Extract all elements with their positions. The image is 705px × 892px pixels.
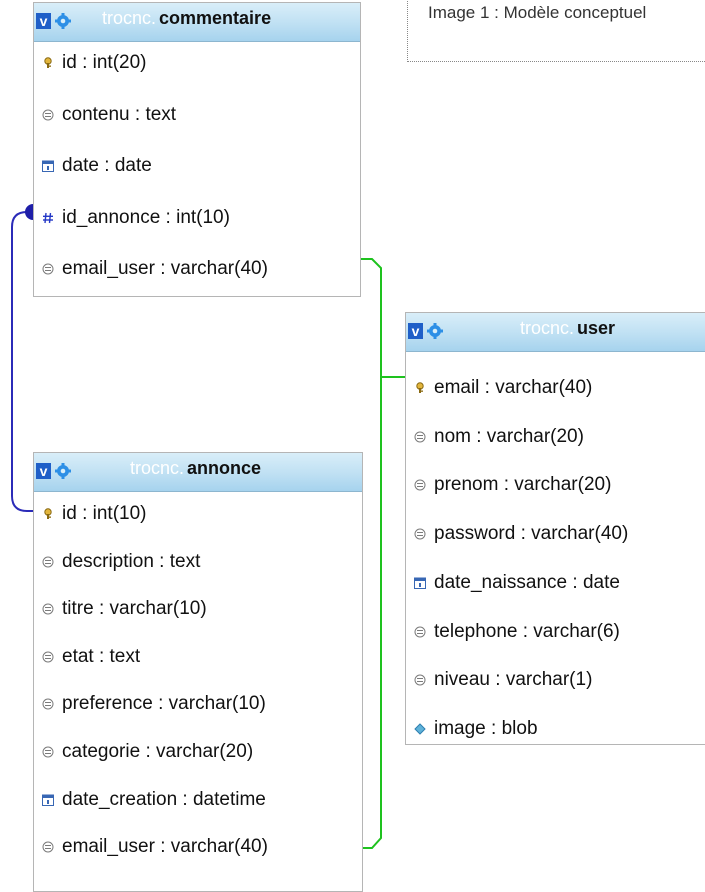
- column-row[interactable]: etat : text: [34, 643, 140, 671]
- column-label: telephone : varchar(6): [434, 620, 620, 642]
- table-name: user: [577, 318, 616, 338]
- gear-icon[interactable]: [55, 13, 71, 29]
- column-row[interactable]: image : blob: [406, 715, 538, 743]
- schema-name: trocnc.: [102, 8, 157, 28]
- column-label: etat : text: [62, 645, 141, 667]
- column-icon: [42, 596, 54, 615]
- column-label: id_annonce : int(10): [62, 206, 230, 228]
- column-label: description : text: [62, 550, 201, 572]
- column-row[interactable]: contenu : text: [34, 101, 176, 129]
- column-row[interactable]: titre : varchar(10): [34, 595, 207, 623]
- column-row[interactable]: preference : varchar(10): [34, 690, 266, 718]
- relation-commentaire-end: [25, 204, 33, 220]
- column-icon: [42, 644, 54, 663]
- column-label: email_user : varchar(40): [62, 836, 268, 858]
- column-label: password : varchar(40): [434, 523, 629, 545]
- column-row[interactable]: date_naissance : date: [406, 569, 620, 597]
- column-icon: [42, 834, 54, 853]
- table-user[interactable]: v trocnc. user email : varchar(40) nom : v…: [405, 312, 705, 745]
- column-icon: [42, 691, 54, 710]
- column-row[interactable]: password : varchar(40): [406, 520, 628, 548]
- column-label: date : date: [62, 155, 152, 176]
- gear-icon[interactable]: [427, 323, 443, 339]
- column-label: email : varchar(40): [434, 377, 593, 398]
- key-icon: [42, 50, 54, 68]
- column-row[interactable]: description : text: [34, 548, 200, 576]
- column-label: categorie : varchar(20): [62, 741, 254, 762]
- table-annonce[interactable]: v trocnc. annonce id : int(10) description…: [33, 452, 363, 892]
- collapse-toggle-button[interactable]: v: [36, 13, 51, 29]
- column-row[interactable]: prenom : varchar(20): [406, 471, 611, 499]
- column-row[interactable]: nom : varchar(20): [406, 423, 584, 451]
- column-row[interactable]: email_user : varchar(40): [34, 255, 268, 283]
- table-title: trocnc. user: [520, 318, 615, 339]
- table-name: commentaire: [159, 8, 272, 28]
- number-icon: [42, 205, 54, 223]
- gear-icon[interactable]: [55, 463, 71, 479]
- column-label: niveau : varchar(1): [434, 669, 593, 691]
- column-row[interactable]: id : int(20): [34, 49, 146, 77]
- column-label: date_creation : datetime: [62, 788, 266, 810]
- column-row[interactable]: email_user : varchar(40): [34, 833, 268, 861]
- column-row[interactable]: niveau : varchar(1): [406, 666, 592, 694]
- key-icon: [414, 375, 426, 393]
- date-icon: [42, 153, 54, 172]
- column-row[interactable]: date_creation : datetime: [34, 786, 266, 814]
- relation-commentaire-user: [357, 258, 405, 378]
- column-label: titre : varchar(10): [62, 598, 207, 620]
- column-row[interactable]: date : date: [34, 152, 152, 180]
- column-row[interactable]: id : int(10): [34, 500, 146, 528]
- column-icon: [42, 739, 54, 758]
- column-label: id : int(10): [62, 503, 147, 524]
- table-commentaire[interactable]: v trocnc. commentaire id : int(20) contenu…: [33, 2, 361, 297]
- collapse-toggle-button[interactable]: v: [36, 463, 51, 479]
- table-header[interactable]: v trocnc. commentaire: [34, 3, 360, 42]
- table-title: trocnc. annonce: [130, 458, 261, 479]
- column-icon: [42, 549, 54, 568]
- column-icon: [414, 424, 426, 443]
- column-icon: [42, 102, 54, 120]
- table-header[interactable]: v trocnc. annonce: [34, 453, 362, 492]
- column-row[interactable]: categorie : varchar(20): [34, 738, 253, 766]
- column-row[interactable]: email : varchar(40): [406, 374, 592, 402]
- column-label: nom : varchar(20): [434, 425, 584, 447]
- key-icon: [42, 501, 54, 519]
- table-header[interactable]: v trocnc. user: [406, 313, 705, 352]
- column-label: prenom : varchar(20): [434, 474, 612, 496]
- column-row[interactable]: telephone : varchar(6): [406, 618, 620, 646]
- blob-icon: [414, 716, 426, 735]
- column-label: contenu : text: [62, 103, 177, 125]
- collapse-toggle-button[interactable]: v: [408, 323, 423, 339]
- column-icon: [414, 472, 426, 491]
- column-icon: [414, 667, 426, 686]
- schema-name: trocnc.: [130, 458, 185, 478]
- date-icon: [42, 787, 54, 806]
- relation-commentaire-annonce: [11, 211, 33, 512]
- date-icon: [414, 570, 426, 589]
- column-label: preference : varchar(10): [62, 693, 266, 715]
- column-label: date_naissance : date: [434, 571, 620, 593]
- column-icon: [42, 256, 54, 275]
- schema-name: trocnc.: [520, 318, 575, 338]
- column-label: email_user : varchar(40): [62, 258, 268, 279]
- table-title: trocnc. commentaire: [102, 8, 271, 29]
- column-row[interactable]: id_annonce : int(10): [34, 204, 230, 232]
- column-label: image : blob: [434, 717, 538, 739]
- table-name: annonce: [187, 458, 262, 478]
- column-icon: [414, 619, 426, 637]
- column-label: id : int(20): [62, 52, 147, 73]
- column-icon: [414, 521, 426, 540]
